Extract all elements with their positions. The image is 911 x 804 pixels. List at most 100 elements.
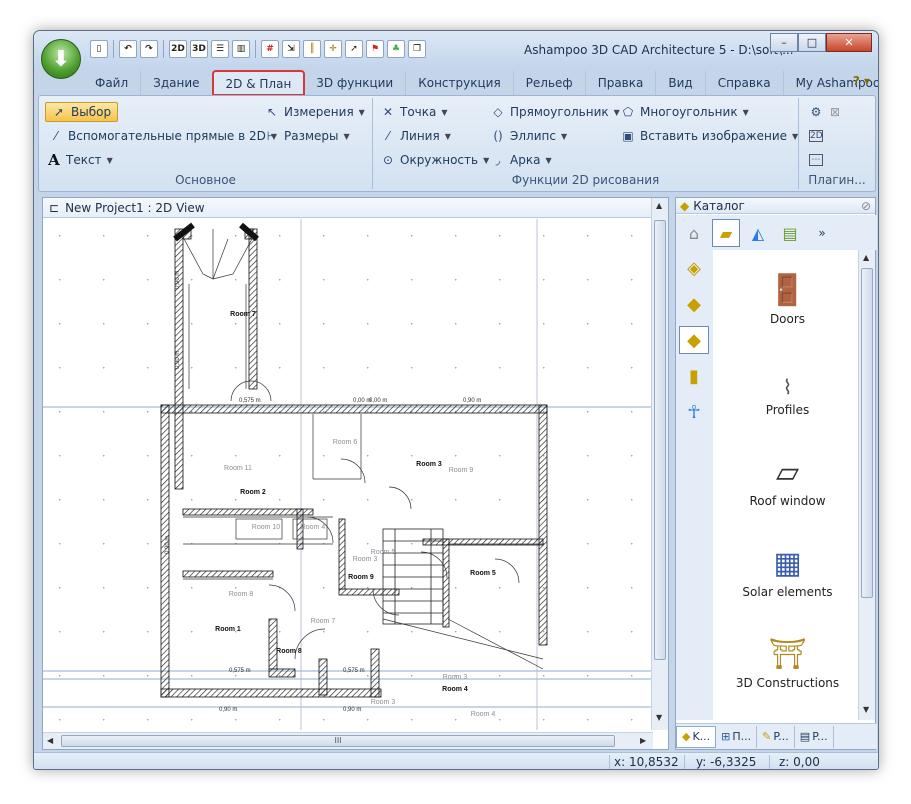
scroll-right-icon[interactable]: ▶: [640, 736, 646, 745]
tab-catalog[interactable]: ◆ K...: [676, 725, 717, 748]
rectangle-button[interactable]: ◇ Прямоугольник ▼: [491, 102, 620, 122]
catalog-item-doors[interactable]: 🚪 Doors: [716, 250, 859, 326]
category-selected-icon[interactable]: ◆: [679, 326, 709, 354]
category-person-icon[interactable]: ☥: [679, 398, 709, 426]
ribbon-group-label: Основное: [175, 173, 236, 187]
catalog-item-solar[interactable]: ▦ Solar elements: [716, 523, 859, 599]
tab-construction[interactable]: Конструкция: [406, 71, 514, 95]
grid-icon[interactable]: #: [261, 40, 279, 58]
category-book-icon[interactable]: ▮: [679, 362, 709, 390]
pin-icon[interactable]: ⊘: [861, 199, 871, 213]
room-label: Room 3: [371, 699, 396, 706]
toolbar-separator: [113, 40, 114, 58]
floor-plan[interactable]: Room 7 Room 6 Room 3 Room 9 Room 11 Room 2 Roo…: [43, 219, 653, 730]
tree-icon[interactable]: ♣: [387, 40, 405, 58]
undo-icon[interactable]: ↶: [119, 40, 137, 58]
polygon-button[interactable]: ⬠ Многоугольник ▼: [621, 102, 749, 122]
catalog-more-icon[interactable]: »: [816, 219, 828, 247]
redo-icon[interactable]: ↷: [140, 40, 158, 58]
pointer-icon[interactable]: ➚: [345, 40, 363, 58]
tab-terrain[interactable]: Рельеф: [514, 71, 586, 95]
arc-button[interactable]: ◞ Арка ▼: [491, 150, 552, 170]
diagonal-line-icon: ⁄: [54, 129, 57, 143]
scroll-down-icon[interactable]: ▼: [863, 705, 869, 714]
wall-inner: [182, 508, 314, 516]
vertical-scrollbar[interactable]: ▲ ▼: [651, 198, 668, 730]
scroll-up-icon[interactable]: ▲: [656, 201, 662, 210]
dimensions-button[interactable]: ⊢ Размеры ▼: [265, 126, 350, 146]
application-menu-button[interactable]: ⬇: [41, 39, 81, 79]
catalog-item-profiles[interactable]: ⌇ Profiles: [716, 341, 859, 417]
plugin-button-1[interactable]: ⚙ ⊠: [809, 102, 842, 122]
catalog-layers-icon[interactable]: ▤: [776, 219, 804, 247]
drawing-canvas[interactable]: Room 7 Room 6 Room 3 Room 9 Room 11 Room 2 Roo…: [43, 219, 653, 730]
category-objects-icon[interactable]: ◈: [679, 254, 709, 282]
point-button[interactable]: ✕ Точка ▼: [381, 102, 448, 122]
help-icon[interactable]: ? ▾: [853, 74, 870, 88]
circle-icon: ⊙: [382, 153, 394, 167]
chevron-down-icon: ▼: [792, 131, 799, 141]
plugin-button-2d[interactable]: 2D: [809, 126, 823, 146]
room-label: Room 9: [348, 574, 374, 581]
copy-icon[interactable]: ❐: [408, 40, 426, 58]
maximize-button[interactable]: □: [798, 33, 826, 52]
wall-inner: [338, 518, 346, 590]
chevron-down-icon: ▼: [106, 155, 113, 165]
window-controls: – □ ✕: [770, 33, 872, 52]
helper-lines-button[interactable]: ⁄ Вспомогательные прямые в 2D ▼: [49, 126, 277, 146]
circle-button[interactable]: ⊙ Окружность ▼: [381, 150, 489, 170]
catalog-house-icon[interactable]: ◭: [744, 219, 772, 247]
scroll-left-icon[interactable]: ◀: [47, 736, 53, 745]
tab-file[interactable]: Файл: [83, 71, 142, 95]
tab-edit[interactable]: Правка: [586, 71, 657, 95]
category-folder-icon[interactable]: ◆: [679, 290, 709, 318]
catalog-scrollbar[interactable]: ▲ ▼: [858, 250, 875, 720]
scroll-down-icon[interactable]: ▼: [656, 713, 662, 722]
window-icon: ⊏: [49, 200, 60, 215]
plugin-disabled-icon: ⊠: [829, 105, 841, 119]
tab-help[interactable]: Справка: [706, 71, 784, 95]
dimension-label: 0,00 m: [369, 398, 387, 404]
catalog-item-3d-constructions[interactable]: ⛩ 3D Constructions: [716, 614, 859, 690]
tab-3d-functions[interactable]: 3D функции: [304, 71, 407, 95]
split-horizontal-icon[interactable]: ☰: [211, 40, 229, 58]
line-button[interactable]: ⁄ Линия ▼: [381, 126, 451, 146]
tab-pages[interactable]: ▤ P...: [795, 725, 834, 748]
room-label: Room 3: [353, 556, 378, 563]
select-button[interactable]: ➚ Выбор: [45, 102, 119, 122]
minimize-button[interactable]: –: [770, 33, 798, 52]
toolbar-separator: [163, 40, 164, 58]
tab-project[interactable]: ⊞ П...: [716, 725, 758, 748]
cursor-snap-icon[interactable]: ⇲: [282, 40, 300, 58]
ellipse-button[interactable]: () Эллипс ▼: [491, 126, 567, 146]
measurements-button[interactable]: ↖ Измерения ▼: [265, 102, 365, 122]
tab-2d-plan[interactable]: 2D & План: [211, 70, 306, 96]
crosshair-icon[interactable]: ✛: [324, 40, 342, 58]
new-file-icon[interactable]: ▯: [90, 40, 108, 58]
view-2d-button[interactable]: 2D: [169, 40, 187, 58]
scroll-up-icon[interactable]: ▲: [863, 253, 869, 262]
vertical-scroll-thumb[interactable]: [654, 220, 666, 660]
catalog-home-icon[interactable]: ⌂: [680, 219, 708, 247]
close-button[interactable]: ✕: [826, 33, 872, 52]
view-3d-button[interactable]: 3D: [190, 40, 208, 58]
columns-icon[interactable]: ║: [303, 40, 321, 58]
chevron-down-icon: ▼: [613, 107, 620, 117]
grid-dots: [43, 219, 653, 730]
tab-properties[interactable]: ✎ P...: [757, 725, 795, 748]
tab-view[interactable]: Вид: [656, 71, 706, 95]
ribbon-group-label: Функции 2D рисования: [511, 173, 660, 187]
text-button[interactable]: A Текст ▼: [47, 150, 113, 170]
split-vertical-icon[interactable]: ▥: [232, 40, 250, 58]
flag-icon[interactable]: ⚑: [366, 40, 384, 58]
catalog-folder-icon[interactable]: ▰: [712, 219, 740, 247]
horizontal-scroll-thumb[interactable]: III: [61, 735, 615, 747]
catalog-item-roof-window[interactable]: ▱ Roof window: [716, 432, 859, 508]
plugin-button-3[interactable]: ⋯: [809, 150, 823, 170]
catalog-tab-icon: ◆: [682, 730, 691, 743]
tab-building[interactable]: Здание: [141, 71, 213, 95]
catalog-scroll-thumb[interactable]: [861, 268, 873, 598]
horizontal-scrollbar[interactable]: ◀ III ▶: [43, 732, 653, 749]
ribbon-group-basic: ➚ Выбор ⁄ Вспомогательные прямые в 2D ▼ A Те…: [39, 98, 373, 189]
insert-image-button[interactable]: ▣ Вставить изображение ▼: [621, 126, 798, 146]
